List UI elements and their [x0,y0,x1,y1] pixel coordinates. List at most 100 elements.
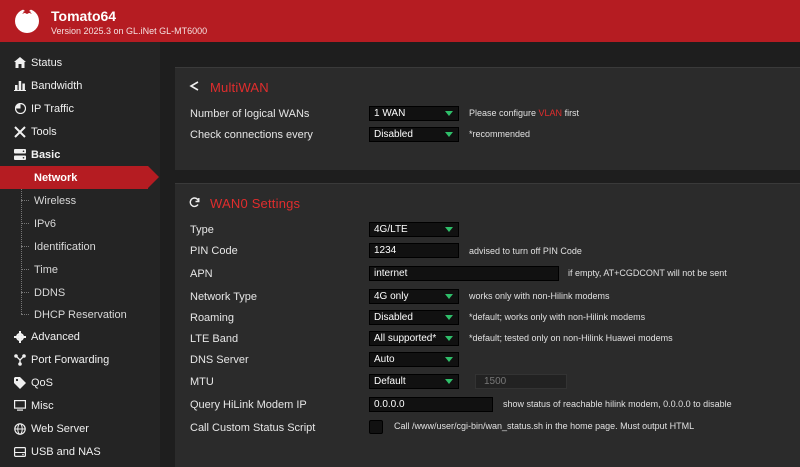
sidebar-subitem-label: IPv6 [34,217,57,230]
panel-title: MultiWAN [189,80,269,95]
sidebar-subitem-ddns[interactable]: DDNS [0,281,160,304]
active-indicator-arrow [148,166,159,188]
apn-input[interactable]: internet [369,266,559,281]
sidebar-subitem-time[interactable]: Time [0,258,160,281]
bar-chart-icon [13,79,27,93]
chevron-down-icon [445,336,453,341]
sidebar-subitem-label: DDNS [34,286,66,299]
sidebar-item-port-forwarding[interactable]: Port Forwarding [0,348,160,371]
sidebar-item-label: Port Forwarding [31,353,110,366]
type-select[interactable]: 4G/LTE [369,222,459,237]
roaming-hint: *default; works only with non-Hilink mod… [469,312,646,322]
check-connections-hint: *recommended [469,129,531,139]
sidebar-subitem-ipv6[interactable]: IPv6 [0,212,160,235]
multiwan-panel: MultiWAN Number of logical WANs 1 WAN Pl… [175,67,800,170]
chevron-down-icon [445,315,453,320]
sidebar-item-label: Advanced [31,330,80,343]
chevron-down-icon [445,132,453,137]
network-icon [13,353,27,367]
sidebar-item-bandwidth[interactable]: Bandwidth [0,74,160,97]
sidebar-item-advanced[interactable]: Advanced [0,325,160,348]
tag-icon [13,376,27,390]
sidebar-item-ip-traffic[interactable]: IP Traffic [0,97,160,120]
logical-wans-select[interactable]: 1 WAN [369,106,459,121]
sidebar-item-status[interactable]: Status [0,51,160,74]
custom-script-checkbox[interactable] [369,420,383,434]
pie-icon [13,102,27,116]
chevron-down-icon [445,379,453,384]
sidebar-item-misc[interactable]: Misc [0,394,160,417]
sidebar-item-label: USB and NAS [31,445,101,458]
tools-icon [13,125,27,139]
sidebar-item-label: IP Traffic [31,102,75,115]
app-title: Tomato64 [51,8,117,24]
hilink-ip-label: Query HiLink Modem IP [190,399,307,411]
sidebar-subitem-label: Identification [34,240,96,253]
sidebar-item-label: Bandwidth [31,79,83,92]
sidebar-subitem-label: DHCP Reservation [34,308,127,321]
network-type-label: Network Type [190,291,258,303]
refresh-icon [189,196,201,211]
wan0-panel: WAN0 Settings Type 4G/LTE PIN Code 1234 … [175,183,800,467]
apn-label: APN [190,268,213,280]
sidebar: Status Bandwidth IP Traffic Tools Basic … [0,42,160,467]
sidebar-item-label: Tools [31,125,57,138]
sidebar-subitem-network[interactable]: Network [0,166,159,189]
globe-icon [13,422,27,436]
drive-icon [13,445,27,459]
chevron-down-icon [445,357,453,362]
mtu-label: MTU [190,376,214,388]
sidebar-item-label: Web Server [31,422,89,435]
app-version: Version 2025.3 on GL.iNet GL-MT6000 [51,26,208,36]
vlan-link[interactable]: VLAN [539,108,563,118]
tomato-logo-icon [15,5,39,33]
chevron-down-icon [445,227,453,232]
dns-server-label: DNS Server [190,354,249,366]
panel-title: WAN0 Settings [189,196,300,211]
mtu-value-input[interactable]: 1500 [475,374,567,389]
home-icon [13,56,27,70]
chevron-down-icon [445,111,453,116]
app-header: Tomato64 Version 2025.3 on GL.iNet GL-MT… [0,0,800,42]
sidebar-item-qos[interactable]: QoS [0,371,160,394]
sidebar-item-label: QoS [31,376,54,389]
pin-code-label: PIN Code [190,245,238,257]
sidebar-item-label: Misc [31,399,54,412]
sidebar-subitem-wireless[interactable]: Wireless [0,189,160,212]
gear-icon [13,330,27,344]
roaming-select[interactable]: Disabled [369,310,459,325]
sidebar-item-label: Basic [31,148,61,161]
hilink-ip-input[interactable]: 0.0.0.0 [369,397,493,412]
pin-code-hint: advised to turn off PIN Code [469,246,582,256]
sidebar-item-tools[interactable]: Tools [0,120,160,143]
sidebar-item-basic[interactable]: Basic [0,143,160,166]
hilink-ip-hint: show status of reachable hilink modem, 0… [503,399,732,409]
sidebar-item-label: Status [31,56,63,69]
sidebar-subitem-label: Time [34,263,59,276]
custom-script-label: Call Custom Status Script [190,422,316,434]
sidebar-item-usb-nas[interactable]: USB and NAS [0,440,160,463]
type-label: Type [190,224,214,236]
network-type-select[interactable]: 4G only [369,289,459,304]
apn-hint: if empty, AT+CGDCONT will not be sent [568,268,727,278]
network-type-hint: works only with non-Hilink modems [469,291,610,301]
sidebar-subitem-identification[interactable]: Identification [0,235,160,258]
check-connections-select[interactable]: Disabled [369,127,459,142]
monitor-icon [13,399,27,413]
sidebar-subitem-label: Wireless [34,194,77,207]
chevron-down-icon [445,294,453,299]
pin-code-input[interactable]: 1234 [369,243,459,258]
dns-server-select[interactable]: Auto [369,352,459,367]
lte-band-hint: *default; tested only on non-Hilink Huaw… [469,333,673,343]
share-icon [189,81,201,94]
lte-band-select[interactable]: All supported* [369,331,459,346]
custom-script-hint: Call /www/user/cgi-bin/wan_status.sh in … [394,421,695,431]
mtu-select[interactable]: Default [369,374,459,389]
check-connections-label: Check connections every [190,129,313,141]
sidebar-item-web-server[interactable]: Web Server [0,417,160,440]
roaming-label: Roaming [190,312,235,324]
server-icon [13,148,27,162]
logical-wans-label: Number of logical WANs [190,108,310,120]
logical-wans-hint: Please configure VLAN first [469,108,580,118]
sidebar-subitem-dhcp-reservation[interactable]: DHCP Reservation [0,303,160,326]
